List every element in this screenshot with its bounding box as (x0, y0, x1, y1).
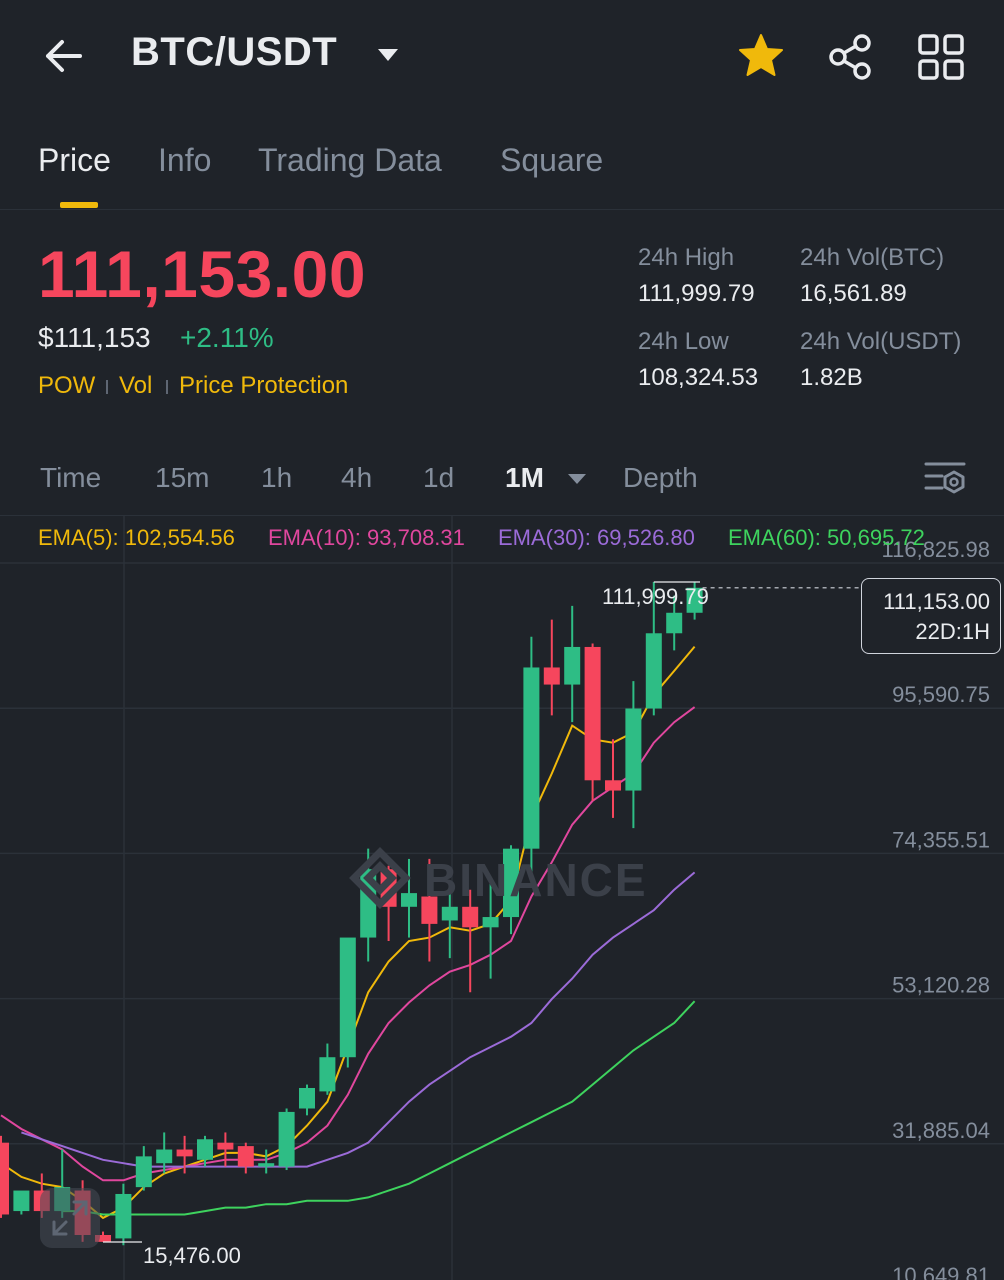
candle-body (543, 667, 560, 685)
tabs-divider (0, 209, 1004, 210)
candle-body (319, 1057, 336, 1092)
candle-body (564, 646, 581, 685)
candle-body (197, 1139, 213, 1160)
stat-24h-vol-btc-value: 16,561.89 (800, 280, 907, 307)
candle (339, 937, 356, 1068)
y-axis-label: 95,590.75 (892, 682, 990, 707)
candle (523, 636, 540, 873)
candle-body (645, 633, 662, 709)
candle-body (115, 1193, 132, 1239)
ema60-label: EMA(60): 50,695.72 (728, 525, 925, 550)
candle-body (666, 612, 683, 634)
candle-body (0, 1142, 9, 1215)
stat-24h-low-label: 24h Low (638, 328, 729, 355)
candle-body (217, 1142, 234, 1150)
candle-body (156, 1149, 173, 1164)
interval-15m[interactable]: 15m (155, 462, 209, 494)
fiat-price: $111,153 (38, 322, 151, 353)
share-icon[interactable] (826, 32, 876, 82)
fullscreen-icon[interactable] (40, 1188, 100, 1248)
active-tab-indicator (60, 202, 98, 208)
candle-body (237, 1146, 254, 1167)
candle (319, 1043, 336, 1095)
candle-body (176, 1149, 193, 1157)
chevron-down-icon[interactable] (376, 46, 400, 64)
candle (135, 1146, 152, 1191)
candle-body (584, 646, 601, 781)
ema5-label: EMA(5): 102,554.56 (38, 525, 235, 550)
candle-body (523, 667, 540, 849)
interval-time[interactable]: Time (40, 462, 101, 494)
tab-info[interactable]: Info (158, 142, 211, 179)
interval-depth[interactable]: Depth (623, 462, 698, 494)
tab-price[interactable]: Price (38, 142, 111, 179)
favorite-star-icon[interactable] (736, 32, 786, 80)
current-price-value: 111,153.00 (883, 589, 990, 614)
binance-watermark-logo: BINANCE (348, 846, 658, 922)
candle (237, 1142, 254, 1174)
candle-body (299, 1087, 315, 1109)
candle-countdown: 22D:1H (915, 619, 990, 644)
candle (584, 643, 601, 801)
stat-24h-vol-btc-label: 24h Vol(BTC) (800, 244, 945, 271)
tag-vol[interactable]: Vol (119, 372, 152, 400)
stat-24h-vol-usdt-value: 1.82B (800, 364, 863, 391)
high-marker-label: 111,999.79 (602, 584, 709, 609)
candle (564, 605, 581, 723)
stat-24h-low-value: 108,324.53 (638, 364, 759, 391)
candle-body (278, 1111, 295, 1167)
stat-24h-high-value: 111,999.79 (638, 280, 755, 307)
candle (299, 1084, 315, 1116)
stat-24h-vol-usdt-label: 24h Vol(USDT) (800, 328, 962, 355)
candle (0, 1135, 9, 1218)
candle (278, 1108, 295, 1171)
interval-1M[interactable]: 1M (505, 462, 544, 494)
pair-title[interactable]: BTC/USDT (131, 30, 337, 75)
y-axis-label: 53,120.28 (892, 973, 990, 998)
stat-24h-high-label: 24h High (638, 244, 735, 271)
candle (13, 1190, 30, 1215)
tag-separator (166, 380, 168, 394)
tag-separator (106, 380, 108, 394)
candle (605, 739, 621, 818)
y-axis-label: 74,355.51 (892, 827, 990, 852)
change-percent: +2.11% (180, 322, 274, 353)
interval-4h[interactable]: 4h (341, 462, 372, 494)
interval-1h[interactable]: 1h (261, 462, 292, 494)
last-price: 111,153.00 (38, 237, 367, 311)
current-price-tag[interactable]: 111,153.00 22D:1H (861, 578, 1001, 654)
tag-pow[interactable]: POW (38, 372, 95, 400)
low-marker-label: 15,476.00 (143, 1243, 241, 1268)
candle-body (13, 1190, 30, 1212)
candle (115, 1183, 132, 1246)
interval-more-caret-icon[interactable] (567, 472, 587, 486)
ema30-label: EMA(30): 69,526.80 (498, 525, 695, 550)
chart-settings-icon[interactable] (922, 458, 968, 500)
tab-square[interactable]: Square (500, 142, 603, 179)
candle-body (135, 1156, 152, 1188)
candle-body (339, 937, 356, 1058)
candle-body (625, 708, 642, 791)
interval-1d[interactable]: 1d (423, 462, 454, 494)
back-arrow-icon[interactable] (40, 32, 88, 80)
tab-trading-data[interactable]: Trading Data (258, 142, 442, 179)
candle-body (605, 780, 621, 791)
tag-price-protection[interactable]: Price Protection (179, 372, 348, 400)
ema10-label: EMA(10): 93,708.31 (268, 525, 465, 550)
watermark-text: BINANCE (424, 854, 648, 906)
candle (625, 681, 642, 829)
ema-line-ema60 (62, 1000, 696, 1216)
candle (543, 619, 560, 716)
grid-menu-icon[interactable] (916, 32, 966, 82)
y-axis-label: 31,885.04 (892, 1118, 990, 1143)
y-axis-label: 10,649.81 (892, 1263, 990, 1280)
candle-body (258, 1163, 275, 1167)
